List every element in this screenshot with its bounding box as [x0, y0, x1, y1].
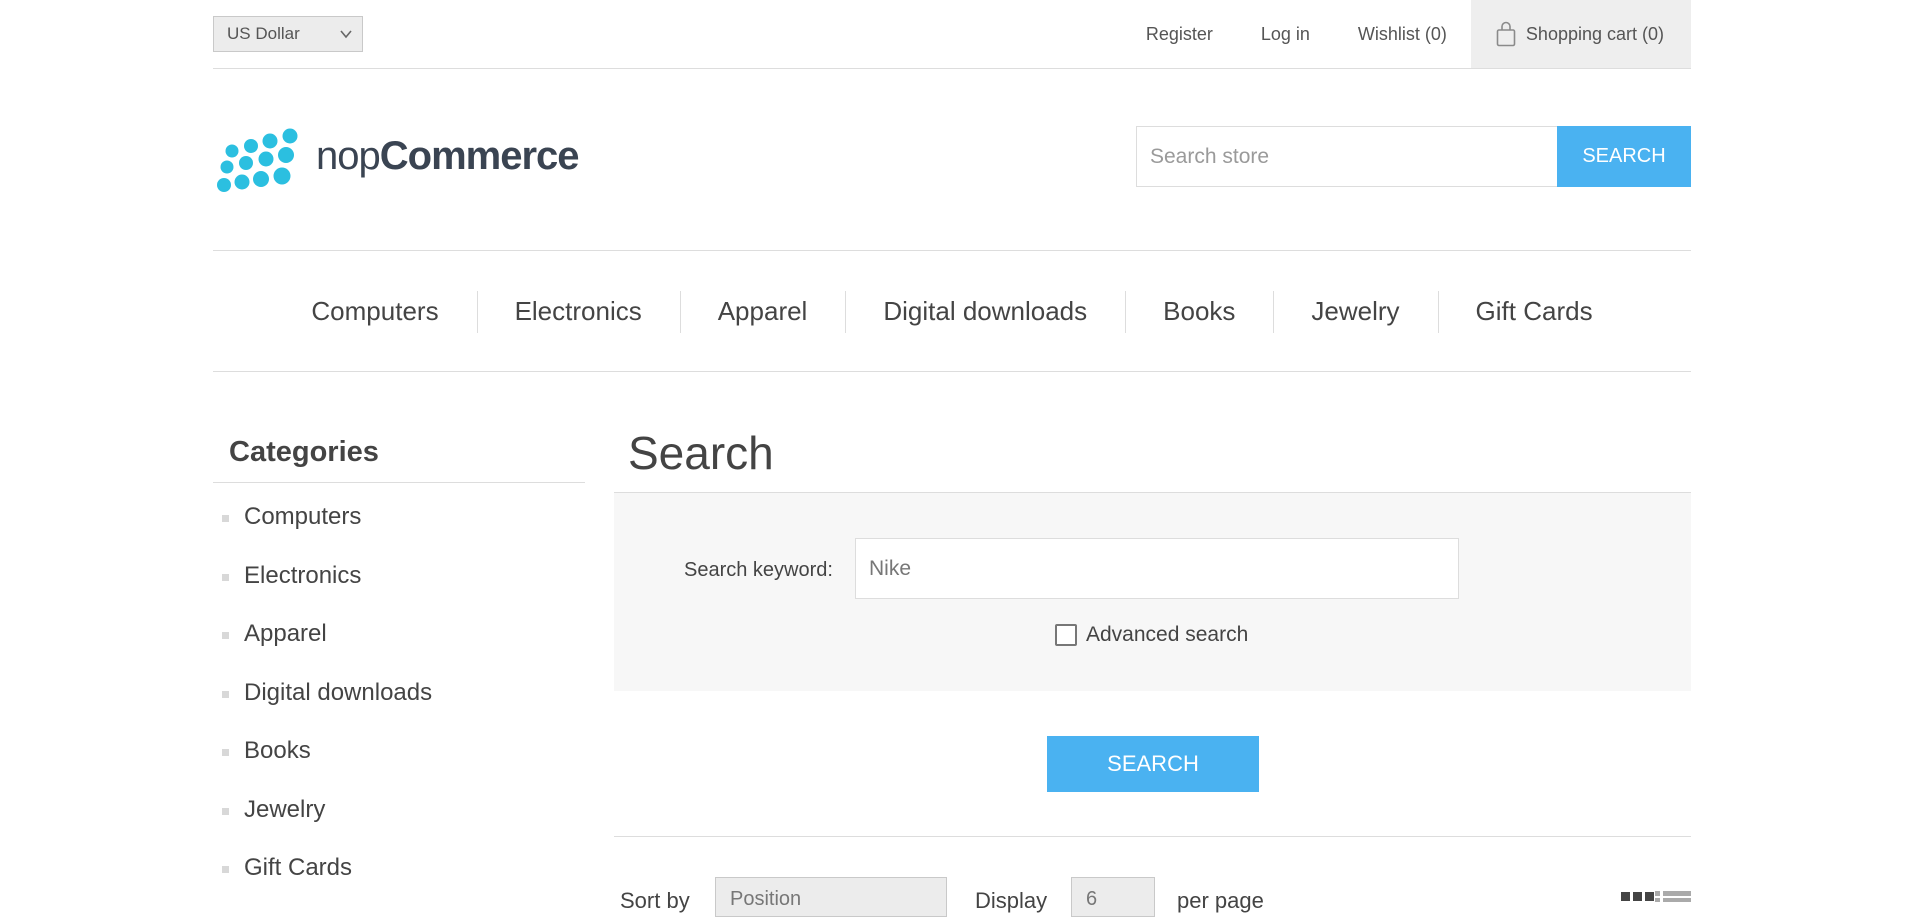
logo-dots-icon	[217, 128, 298, 192]
nopcommerce-logo[interactable]: nopCommerce	[215, 125, 595, 195]
top-menu: Computers Electronics Apparel Digital do…	[213, 250, 1691, 372]
page-size-select[interactable]: 6	[1071, 877, 1155, 917]
svg-text:nopCommerce: nopCommerce	[316, 134, 579, 178]
page-wrapper: US Dollar Register Log in Wishlist (0) S…	[213, 0, 1691, 917]
search-page: Search Search keyword: Advanced search S…	[614, 430, 1691, 917]
currency-selector[interactable]: US Dollar	[213, 16, 363, 52]
advanced-search-label: Advanced search	[1086, 623, 1249, 646]
categories-title: Categories	[213, 430, 585, 483]
divider	[614, 836, 1691, 837]
product-selectors: Sort by Position Display 6 per page	[614, 874, 1691, 917]
search-submit-button[interactable]: SEARCH	[1047, 736, 1259, 792]
shopping-bag-icon	[1496, 21, 1516, 47]
sort-by-value: Position	[730, 888, 802, 910]
top-menu-jewelry[interactable]: Jewelry	[1273, 289, 1437, 333]
store-search-button[interactable]: SEARCH	[1557, 126, 1691, 187]
currency-value: US Dollar	[227, 24, 300, 43]
chevron-down-icon	[340, 30, 352, 39]
shopping-cart-link[interactable]: Shopping cart (0)	[1470, 0, 1691, 68]
login-link[interactable]: Log in	[1237, 0, 1334, 68]
store-search: SEARCH	[1136, 126, 1691, 187]
search-keyword-input[interactable]	[855, 538, 1459, 599]
logo-text-light: nop	[316, 134, 380, 178]
category-books[interactable]: Books	[213, 735, 585, 794]
top-menu-apparel[interactable]: Apparel	[679, 289, 846, 333]
search-keyword-label: Search keyword:	[684, 559, 833, 581]
categories-sidebar: Categories Computers Electronics Apparel…	[213, 430, 585, 911]
list-view-icon[interactable]	[1655, 891, 1691, 902]
category-apparel[interactable]: Apparel	[213, 618, 585, 677]
header-links: Register Log in Wishlist (0) Shopping ca…	[1122, 0, 1691, 68]
shopping-cart-label: Shopping cart (0)	[1525, 23, 1664, 44]
register-link[interactable]: Register	[1122, 0, 1237, 68]
category-gift-cards[interactable]: Gift Cards	[213, 852, 585, 911]
top-menu-digital-downloads[interactable]: Digital downloads	[845, 289, 1125, 333]
logo-text-bold: Commerce	[380, 134, 579, 178]
top-menu-books[interactable]: Books	[1125, 289, 1273, 333]
advanced-search-checkbox[interactable]	[1055, 624, 1077, 646]
header-links-bar: US Dollar Register Log in Wishlist (0) S…	[213, 0, 1691, 69]
store-search-input[interactable]	[1136, 126, 1557, 187]
categories-list: Computers Electronics Apparel Digital do…	[213, 483, 585, 911]
top-menu-electronics[interactable]: Electronics	[476, 289, 680, 333]
wishlist-link[interactable]: Wishlist (0)	[1334, 0, 1471, 68]
category-computers[interactable]: Computers	[213, 501, 585, 560]
page-size-value: 6	[1086, 888, 1098, 910]
top-menu-computers[interactable]: Computers	[273, 289, 476, 333]
advanced-search-toggle[interactable]: Advanced search	[1055, 623, 1248, 647]
category-electronics[interactable]: Electronics	[213, 560, 585, 619]
sort-by-select[interactable]: Position	[715, 877, 947, 917]
category-jewelry[interactable]: Jewelry	[213, 794, 585, 853]
category-digital-downloads[interactable]: Digital downloads	[213, 677, 585, 736]
grid-view-icon[interactable]	[1621, 892, 1655, 902]
page-title: Search	[614, 430, 1691, 493]
top-menu-gift-cards[interactable]: Gift Cards	[1437, 289, 1631, 333]
search-form-panel: Search keyword: Advanced search	[614, 493, 1691, 691]
